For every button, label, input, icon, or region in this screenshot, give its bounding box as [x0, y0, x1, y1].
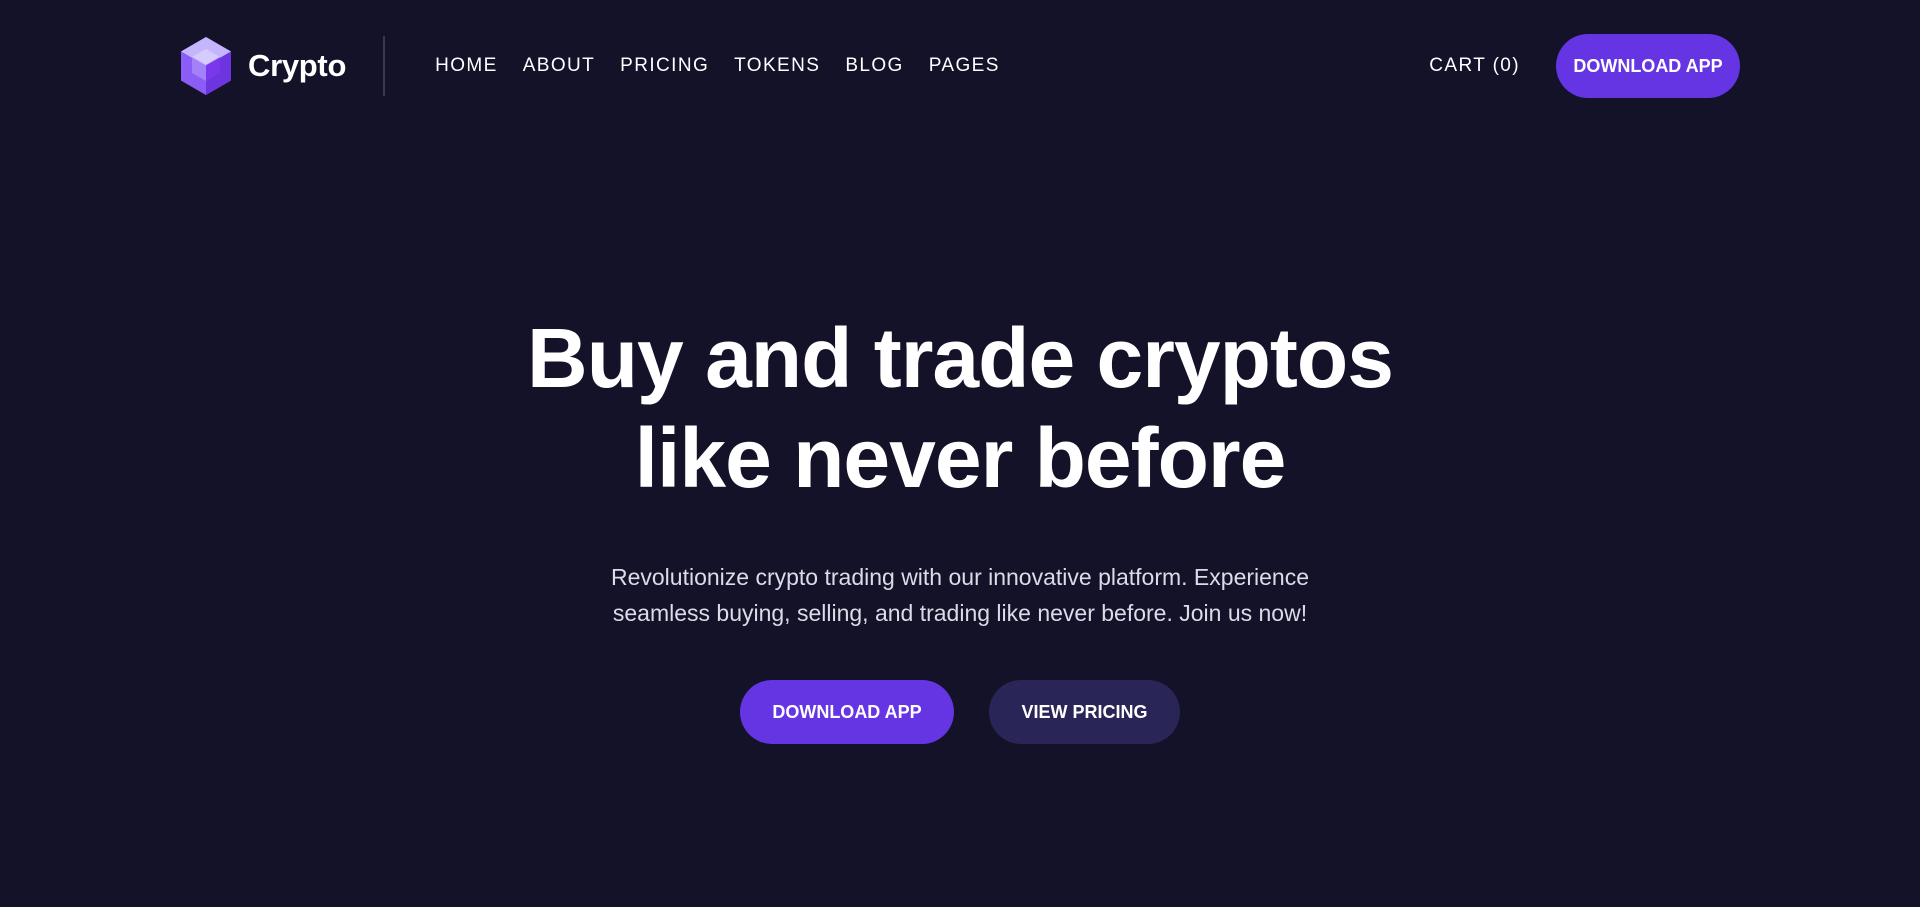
nav-item-pages[interactable]: PAGES — [929, 55, 1000, 77]
brand-name: Crypto — [248, 48, 347, 83]
cart-link[interactable]: CART (0) — [1429, 55, 1520, 77]
brand-logo-link[interactable]: Crypto — [180, 36, 346, 96]
hero-title-line-1: Buy and trade cryptos — [527, 311, 1394, 405]
hero-subtitle-line-1: Revolutionize crypto trading with our in… — [610, 564, 1310, 590]
site-header: Crypto HOME ABOUT PRICING TOKENS BLOG PA… — [180, 34, 1740, 98]
nav-item-blog[interactable]: BLOG — [845, 55, 903, 77]
hero-subtitle: Revolutionize crypto trading with our in… — [570, 559, 1350, 631]
nav-item-tokens[interactable]: TOKENS — [734, 55, 820, 77]
header-divider — [383, 36, 386, 96]
hero-download-app-button[interactable]: DOWNLOAD APP — [740, 680, 954, 744]
nav-item-home[interactable]: HOME — [435, 55, 498, 77]
landing-page: Crypto HOME ABOUT PRICING TOKENS BLOG PA… — [0, 0, 1920, 907]
hexagon-cube-logo-icon — [181, 37, 231, 95]
hero-subtitle-line-2: seamless buying, selling, and trading li… — [612, 600, 1308, 626]
hero-actions: DOWNLOAD APP VIEW PRICING — [0, 680, 1920, 744]
nav-item-pricing[interactable]: PRICING — [620, 55, 709, 77]
hero-title-line-2: like never before — [634, 411, 1287, 505]
hero-view-pricing-button[interactable]: VIEW PRICING — [989, 680, 1180, 744]
hero-section: Buy and trade cryptos like never before … — [0, 308, 1920, 744]
header-actions: CART (0) DOWNLOAD APP — [1429, 34, 1740, 98]
hero-title: Buy and trade cryptos like never before — [0, 308, 1920, 508]
main-nav: HOME ABOUT PRICING TOKENS BLOG PAGES — [435, 55, 1025, 77]
header-download-app-button[interactable]: DOWNLOAD APP — [1556, 34, 1740, 98]
nav-item-about[interactable]: ABOUT — [523, 55, 595, 77]
